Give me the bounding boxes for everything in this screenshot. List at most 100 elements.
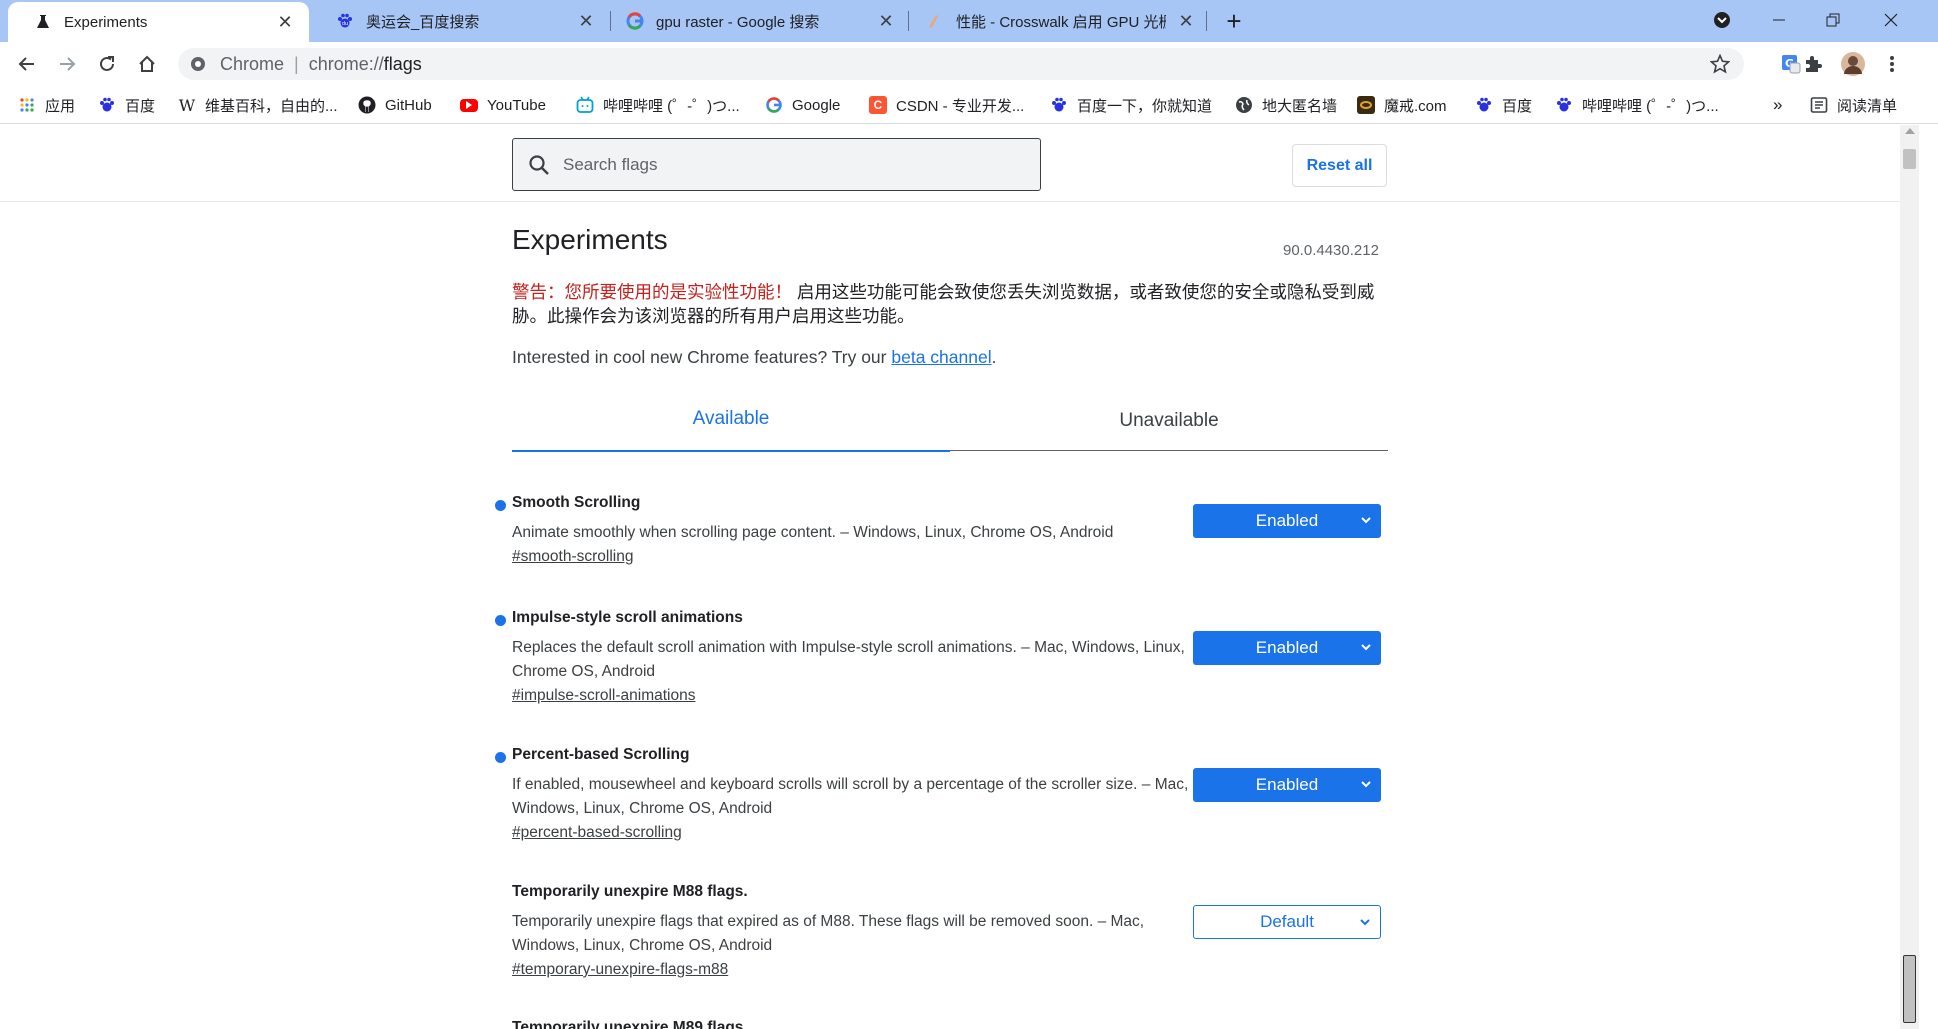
tab-title: Experiments	[64, 13, 148, 31]
bookmark-youtube[interactable]: YouTube	[460, 94, 546, 116]
toolbar: Chrome | chrome://flags G	[0, 42, 1938, 86]
new-tab-button[interactable]: +	[1219, 6, 1249, 36]
reload-icon	[100, 56, 114, 71]
tab-available[interactable]: Available	[512, 391, 950, 452]
profile-avatar[interactable]	[1837, 48, 1869, 80]
select-value: Enabled	[1255, 511, 1319, 530]
star-icon[interactable]	[1710, 54, 1730, 74]
extensions-button[interactable]	[1797, 48, 1829, 80]
flag-state-select[interactable]: Enabled	[1193, 768, 1381, 802]
window-edge	[1919, 125, 1938, 1029]
bookmark-label: 百度	[125, 97, 156, 115]
bookmark-bilibili-2[interactable]: 哔哩哔哩 (゜-゜)つ...	[1555, 94, 1719, 116]
home-icon	[139, 55, 155, 72]
flag-permalink[interactable]: #temporary-unexpire-flags-m88	[512, 961, 728, 979]
scrollbar-thumb[interactable]	[1903, 149, 1916, 169]
search-icon	[529, 154, 549, 175]
globe-icon	[1235, 96, 1253, 114]
baidu-paw-icon: du	[336, 12, 354, 30]
scroll-up-arrow-icon[interactable]	[1905, 128, 1915, 134]
arrow-right-icon	[60, 57, 76, 71]
baidu-paw-icon	[1475, 96, 1493, 114]
flag-permalink[interactable]: #smooth-scrolling	[512, 548, 633, 566]
tab-search-button[interactable]	[1695, 0, 1749, 40]
flag-permalink[interactable]: #percent-based-scrolling	[512, 824, 682, 842]
chrome-menu-button[interactable]	[1876, 48, 1908, 80]
close-icon[interactable]: ✕	[1176, 11, 1196, 31]
bookmark-wikipedia[interactable]: W 维基百科，自由的...	[178, 94, 338, 116]
bookmark-moria[interactable]: 魔戒.com	[1357, 94, 1447, 116]
minimize-icon	[1773, 19, 1785, 21]
bilibili-icon	[576, 96, 594, 114]
tab-crosswalk[interactable]: 性能 - Crosswalk 启用 GPU 光栅 ✕	[900, 0, 1210, 42]
flag-permalink[interactable]: #impulse-scroll-animations	[512, 687, 695, 705]
reload-button[interactable]	[91, 48, 123, 80]
tab-title: 奥运会_百度搜索	[366, 13, 480, 31]
forward-button[interactable]	[51, 48, 83, 80]
baidu-paw-icon	[98, 96, 116, 114]
csdn-icon: C	[869, 96, 887, 114]
flags-tabs: Available Unavailable	[512, 391, 1388, 452]
bookmark-baidu[interactable]: 百度	[98, 94, 155, 116]
flag-item: Impulse-style scroll animations Replaces…	[495, 609, 1382, 705]
bookmark-label: 百度一下，你就知道	[1077, 97, 1213, 115]
beta-channel-promo: Interested in cool new Chrome features? …	[512, 347, 996, 368]
reading-list-icon	[1810, 96, 1828, 114]
beta-channel-link[interactable]: beta channel	[891, 347, 991, 367]
home-button[interactable]	[131, 48, 163, 80]
bookmark-google[interactable]: Google	[765, 94, 840, 116]
chrome-icon	[191, 57, 205, 71]
warning-label: 警告：您所要使用的是实验性功能！	[512, 282, 792, 302]
bookmark-csdn[interactable]: C CSDN - 专业开发...	[869, 94, 1024, 116]
bookmark-label: 地大匿名墙	[1262, 97, 1338, 115]
promo-text: Interested in cool new Chrome features? …	[512, 347, 887, 367]
flag-state-select[interactable]: Default	[1193, 905, 1381, 939]
tab-label: Unavailable	[1119, 410, 1219, 431]
flag-description: Animate smoothly when scrolling page con…	[512, 524, 1114, 541]
close-icon[interactable]: ✕	[876, 11, 896, 31]
flags-header: Reset all	[0, 125, 1900, 202]
flag-state-select[interactable]: Enabled	[1193, 504, 1381, 538]
chevron-down-circle-icon	[1714, 12, 1730, 28]
page-scrollbar[interactable]	[1900, 125, 1919, 1029]
flag-description: Replaces the default scroll animation wi…	[512, 639, 1185, 680]
chevron-down-icon	[1361, 644, 1371, 651]
bookmark-bilibili[interactable]: 哔哩哔哩 (゜-゜)つ...	[576, 94, 740, 116]
tab-unavailable[interactable]: Unavailable	[950, 391, 1388, 451]
bookmark-github[interactable]: GitHub	[358, 94, 432, 116]
search-flags-box[interactable]	[512, 138, 1041, 191]
omnibox-url-path: flags	[383, 53, 422, 74]
bookmarks-overflow-button[interactable]: »	[1773, 94, 1782, 116]
bookmark-baidu-2[interactable]: 百度	[1475, 94, 1532, 116]
close-icon[interactable]: ✕	[275, 12, 295, 32]
bookmark-label: Google	[792, 96, 841, 114]
reading-list-button[interactable]: 阅读清单	[1810, 94, 1897, 116]
tab-olympics-baidu[interactable]: du 奥运会_百度搜索 ✕	[310, 0, 610, 42]
github-icon	[358, 96, 376, 114]
close-icon[interactable]: ✕	[576, 11, 596, 31]
tab-experiments[interactable]: Experiments ✕	[8, 2, 309, 42]
tab-gpu-raster-google[interactable]: gpu raster - Google 搜索 ✕	[600, 0, 910, 42]
restore-button[interactable]	[1806, 0, 1860, 40]
bookmark-anonymous-wall[interactable]: 地大匿名墙	[1235, 94, 1337, 116]
close-icon	[1884, 13, 1898, 27]
back-button[interactable]	[11, 48, 43, 80]
tab-separator	[1206, 11, 1207, 31]
wikipedia-icon: W	[178, 95, 196, 115]
minimize-button[interactable]	[1752, 0, 1806, 40]
flag-state-select[interactable]: Enabled	[1193, 631, 1381, 665]
page-title: Experiments	[512, 224, 668, 255]
chevron-double-right-icon: »	[1773, 95, 1783, 114]
reset-all-button[interactable]: Reset all	[1292, 144, 1387, 187]
modified-indicator	[495, 500, 506, 511]
flag-name: Temporarily unexpire M89 flags.	[512, 1019, 748, 1029]
address-bar[interactable]: Chrome | chrome://flags	[178, 48, 1744, 80]
flag-item: Temporarily unexpire M88 flags. Temporar…	[512, 883, 1382, 979]
select-value: Enabled	[1255, 638, 1319, 657]
version-number: 90.0.4430.212	[1283, 242, 1379, 259]
bookmark-baidu-search[interactable]: 百度一下，你就知道	[1050, 94, 1212, 116]
bookmark-apps[interactable]: 应用	[18, 94, 75, 116]
scroll-marker	[1903, 955, 1916, 1023]
close-window-button[interactable]	[1864, 0, 1918, 40]
search-input[interactable]	[563, 154, 1023, 175]
